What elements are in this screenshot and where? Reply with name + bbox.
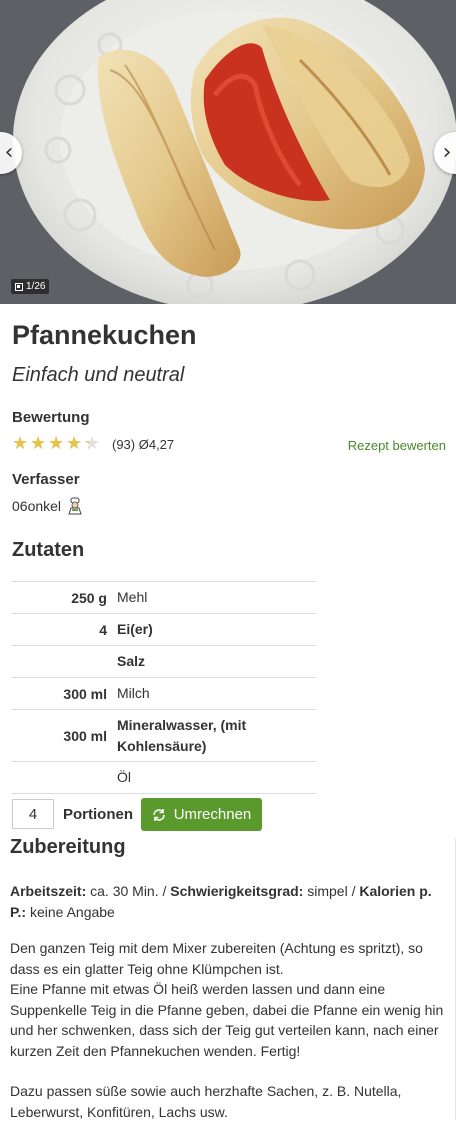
star-icon[interactable]: ★★ (48, 435, 66, 453)
ingredient-amount (11, 645, 117, 678)
rating-count: (93) Ø4,27 (112, 437, 175, 452)
ingredient-row: 300 ml Milch (11, 677, 316, 710)
gallery-counter: 1/26 (11, 279, 50, 294)
ingredient-name: Ei(er) (117, 613, 316, 646)
ingredient-name: Mehl (117, 581, 316, 614)
ingredient-row: 4 Ei(er) (11, 613, 316, 646)
author-label: Verfasser (12, 471, 80, 488)
recipe-title: Pfannekuchen (12, 320, 197, 350)
star-fill: ★ (30, 435, 47, 453)
difficulty-label: Schwierigkeitsgrad: (170, 883, 304, 899)
ingredients-heading: Zutaten (12, 539, 85, 561)
ingredient-amount: 4 (11, 613, 117, 646)
recipe-subtitle: Einfach und neutral (12, 364, 185, 386)
recalculate-button[interactable]: Umrechnen (141, 798, 262, 831)
gallery-icon (15, 282, 23, 291)
ingredient-amount: 300 ml (11, 709, 117, 762)
ingredient-row: 300 ml Mineralwasser, (mit Kohlensäure) (11, 709, 316, 762)
star-icon[interactable]: ★★ (84, 435, 102, 453)
refresh-icon (152, 808, 165, 821)
preparation-meta: Arbeitszeit: ca. 30 Min. / Schwierigkeit… (10, 881, 442, 923)
ingredient-amount: 250 g (11, 581, 117, 614)
worktime-label: Arbeitszeit: (10, 883, 87, 899)
ingredient-amount: 300 ml (11, 677, 117, 710)
rating-stars[interactable]: ★★★★★★★★★★ (12, 435, 102, 453)
preparation-paragraph: Den ganzen Teig mit dem Mixer zubereiten… (10, 940, 444, 1059)
star-icon[interactable]: ★★ (30, 435, 48, 453)
worktime-value: ca. 30 Min. / (86, 883, 171, 899)
preparation-paragraph: Dazu passen süße sowie auch herzhafte Sa… (10, 1083, 402, 1120)
ingredients-table: 250 g Mehl 4 Ei(er) Salz 300 ml Milch 300 ml Min… (11, 581, 316, 794)
gallery-counter-text: 1/26 (26, 281, 46, 292)
ingredient-name: Salz (117, 645, 316, 678)
rate-recipe-link[interactable]: Rezept bewerten (348, 438, 446, 453)
chef-avatar-icon (68, 497, 82, 515)
ingredient-row: 250 g Mehl (11, 581, 316, 614)
ingredient-name: Milch (117, 677, 316, 710)
recalculate-button-label: Umrechnen (173, 806, 252, 823)
ingredient-name: Öl (117, 761, 316, 794)
star-icon[interactable]: ★★ (66, 435, 84, 453)
chevron-left-icon: ‹ (4, 140, 14, 165)
preparation-text: Den ganzen Teig mit dem Mixer zubereiten… (10, 938, 446, 1142)
calories-value: keine Angabe (26, 904, 115, 920)
recipe-photo[interactable]: ‹ › 1/26 (0, 0, 456, 304)
pancake-plate-illustration (0, 0, 456, 304)
portions-label: Portionen (63, 806, 133, 823)
star-icon[interactable]: ★★ (12, 435, 30, 453)
preparation-heading: Zubereitung (10, 836, 126, 858)
ingredient-amount (11, 761, 117, 794)
author-name[interactable]: 06onkel (12, 498, 61, 514)
star-fill: ★ (84, 435, 89, 453)
chevron-right-icon: › (442, 140, 452, 165)
ingredient-row: Salz (11, 645, 316, 678)
author-row[interactable]: 06onkel (12, 497, 83, 515)
star-fill: ★ (48, 435, 65, 453)
ingredient-row: Öl (11, 761, 316, 794)
difficulty-value: simpel / (303, 883, 360, 899)
star-fill: ★ (66, 435, 83, 453)
star-fill: ★ (12, 435, 29, 453)
rating-label: Bewertung (12, 409, 90, 426)
ingredient-name: Mineralwasser, (mit Kohlensäure) (117, 709, 316, 762)
portions-input[interactable] (12, 799, 54, 829)
